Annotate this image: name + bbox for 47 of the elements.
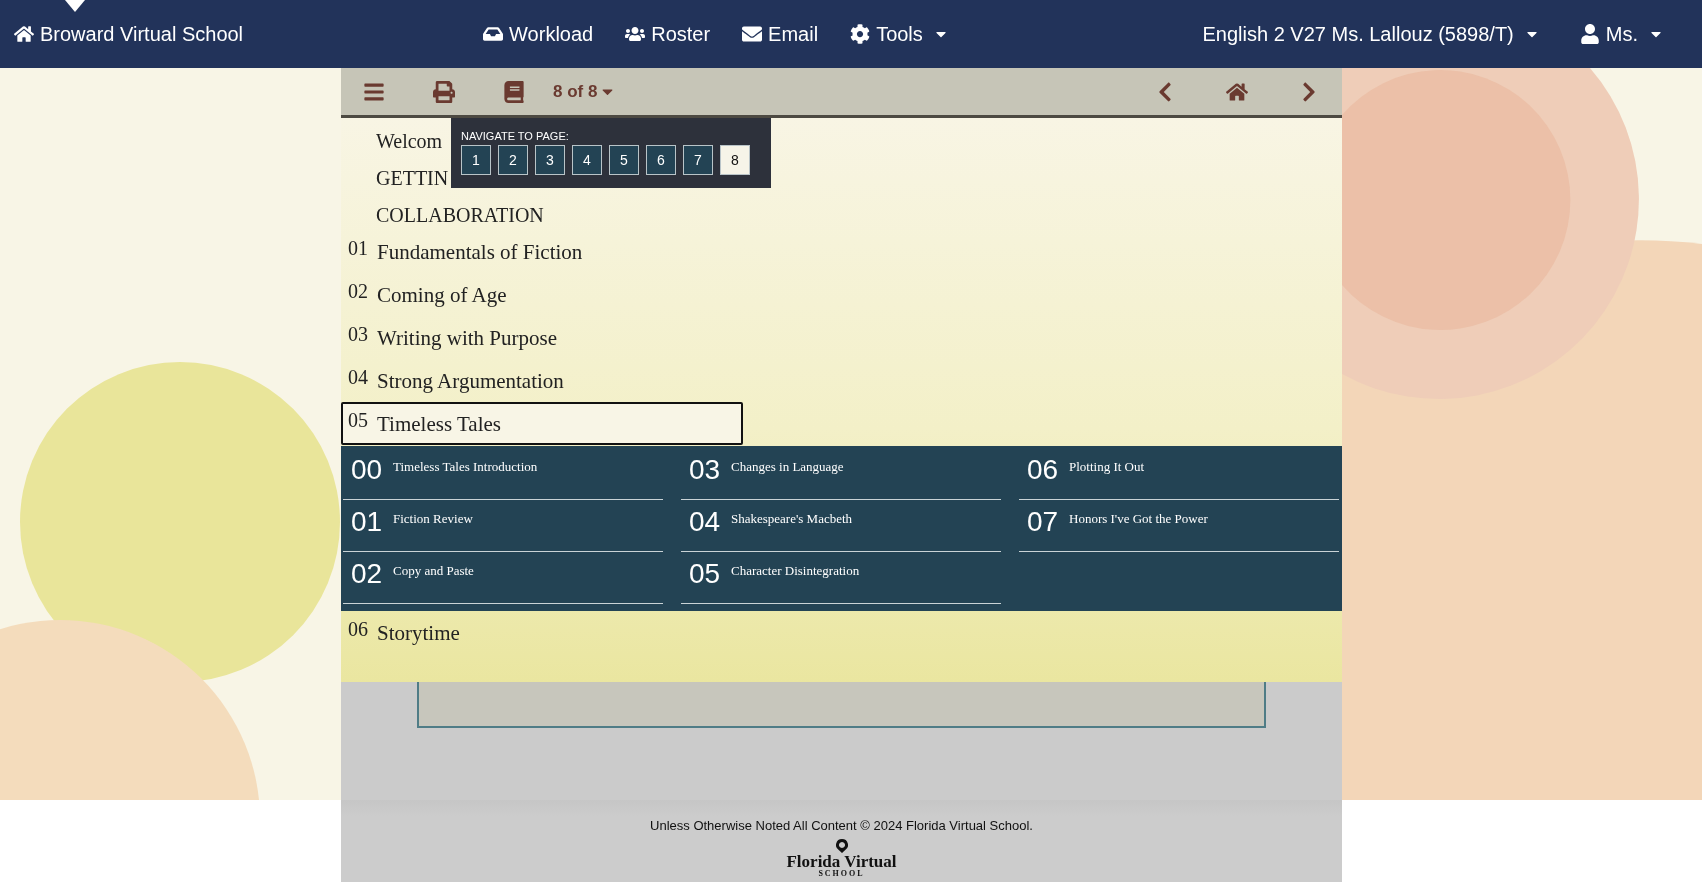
nav-link[interactable]: Tools <box>850 22 949 46</box>
menu-item[interactable]: GETTIN <box>376 167 449 190</box>
page-button[interactable]: 7 <box>683 145 713 175</box>
page-button[interactable]: 2 <box>498 145 528 175</box>
lesson-item[interactable]: 07 Honors I've Got the Power <box>1019 500 1339 552</box>
gear-icon <box>850 24 871 44</box>
lesson-item[interactable]: 00 Timeless Tales Introduction <box>343 448 663 500</box>
unit-item[interactable]: 06 Storytime <box>341 611 743 654</box>
nav-link[interactable]: Workload <box>483 22 594 46</box>
logo-name: Florida Virtual <box>786 853 897 870</box>
unit-item[interactable]: 02 Coming of Age <box>341 273 743 316</box>
envelope-icon <box>742 24 763 44</box>
book-icon[interactable] <box>503 80 525 103</box>
lesson-item[interactable]: 06 Plotting It Out <box>1019 448 1339 500</box>
menu-item[interactable]: COLLABORATION <box>376 204 544 227</box>
menu-item[interactable]: Welcom <box>376 130 443 153</box>
user-menu[interactable]: Ms. <box>1579 22 1664 46</box>
home-icon[interactable] <box>1226 80 1248 103</box>
lesson-item[interactable]: 04 Shakespeare's Macbeth <box>681 500 1001 552</box>
popup-title: NAVIGATE TO PAGE: <box>461 130 570 142</box>
lesson-item[interactable]: 02 Copy and Paste <box>343 552 663 604</box>
course-menu[interactable]: English 2 V27 Ms. Lallouz (5898/T) <box>1202 22 1540 46</box>
page-button[interactable]: 1 <box>461 145 491 175</box>
lesson-item[interactable]: 03 Changes in Language <box>681 448 1001 500</box>
logo-subtitle: SCHOOL <box>818 870 865 878</box>
page-button[interactable]: 5 <box>609 145 639 175</box>
unit-item[interactable]: 01 Fundamentals of Fiction <box>341 230 743 273</box>
brand-link[interactable]: Broward Virtual School <box>14 22 244 46</box>
unit-item[interactable]: 04 Strong Argumentation <box>341 359 743 402</box>
unit-item[interactable]: 03 Writing with Purpose <box>341 316 743 359</box>
print-icon[interactable] <box>433 80 455 103</box>
unit-item[interactable]: 05 Timeless Tales <box>341 402 743 445</box>
nav-link[interactable]: Email <box>742 22 819 46</box>
page-button[interactable]: 3 <box>535 145 565 175</box>
lesson-item[interactable]: 05 Character Disintegration <box>681 552 1001 604</box>
page-button[interactable]: 8 <box>720 145 750 175</box>
pin-icon <box>835 839 848 853</box>
page-button[interactable]: 6 <box>646 145 676 175</box>
copyright-text: Unless Otherwise Noted All Content © 2024 Florida Virtual School. <box>650 818 1033 833</box>
nav-link[interactable]: Roster <box>625 22 711 46</box>
inbox-icon <box>483 24 504 44</box>
page-button[interactable]: 4 <box>572 145 602 175</box>
users-icon <box>625 24 646 44</box>
user-icon <box>1579 24 1600 44</box>
lesson-item[interactable]: 01 Fiction Review <box>343 500 663 552</box>
home-icon <box>14 24 34 44</box>
page-dropdown[interactable]: 8 of 8 <box>553 81 617 102</box>
